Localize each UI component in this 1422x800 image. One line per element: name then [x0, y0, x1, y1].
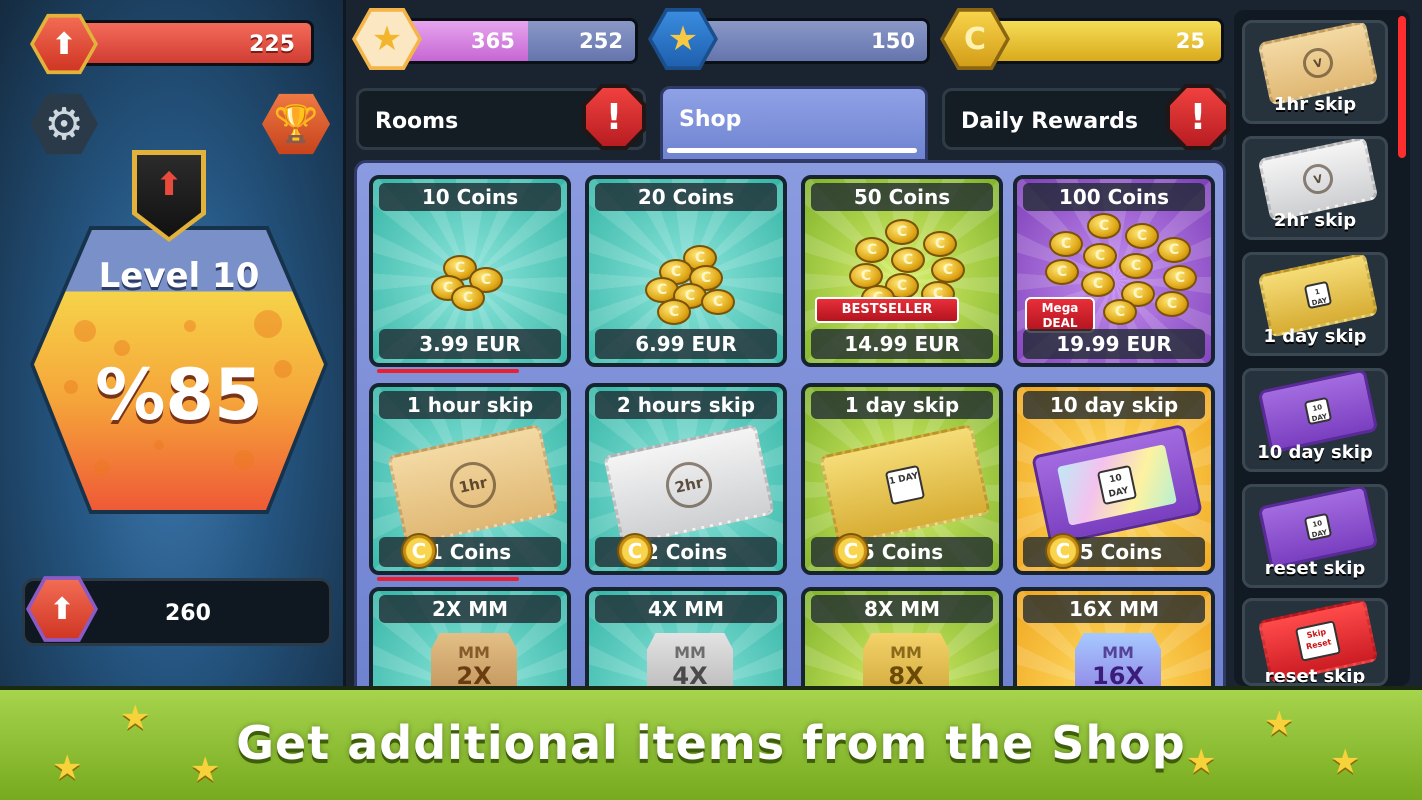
shop-item-50-coins[interactable]: C C C C C C C C C BESTSELLER 50 Coins 14…	[801, 175, 1003, 367]
inventory-item-label: reset skip	[1264, 558, 1366, 579]
shop-panel: C C C C 10 Coins 3.99 EUR C C C C C C C …	[354, 160, 1226, 779]
coin-icon: C	[1045, 533, 1081, 569]
coin-pile-icon: C C C C C C C	[589, 219, 783, 329]
shop-item-title: 16X MM	[1023, 595, 1205, 623]
shop-item-title: 100 Coins	[1023, 183, 1205, 211]
shop-item-title: 4X MM	[595, 595, 777, 623]
tab-shop-label: Shop	[679, 107, 742, 132]
shop-item-price: 3.99 EUR	[379, 329, 561, 359]
underline-marker	[377, 369, 519, 373]
promo-banner: ★ ★ ★ ★ ★ ★ Get additional items from th…	[0, 686, 1422, 800]
tab-shop-underline	[667, 148, 917, 153]
shop-item-10-coins[interactable]: C C C C 10 Coins 3.99 EUR	[369, 175, 571, 367]
settings-gear-icon[interactable]: ⚙	[30, 93, 98, 155]
shop-item-2-hours-skip[interactable]: 2hr 2 hours skip 2 Coins C	[585, 383, 787, 575]
banner-title: Get additional items from the Shop	[236, 716, 1186, 770]
coins-value: 25	[1175, 29, 1205, 53]
mega-deal-badge: Mega DEAL	[1025, 297, 1095, 333]
xp-value: 225	[249, 32, 295, 57]
shop-item-title: 10 day skip	[1023, 391, 1205, 419]
coin-icon: C	[617, 533, 653, 569]
stars-secondary-value: 252	[579, 29, 623, 53]
inventory-item-label: 10 day skip	[1257, 442, 1373, 463]
stars-primary-value: 365	[471, 29, 515, 53]
shop-item-10-day-skip[interactable]: 10 DAY 10 day skip 25 Coins C	[1013, 383, 1215, 575]
shop-item-title: 2 hours skip	[595, 391, 777, 419]
ticket-icon: 10 DAY	[1257, 371, 1379, 454]
energy-value: 260	[165, 601, 211, 626]
bestseller-ribbon: BESTSELLER	[815, 297, 959, 323]
inventory-item-reset-skip-red[interactable]: Skip Reset reset skip	[1242, 598, 1388, 686]
inventory-item-label: 1 day skip	[1263, 326, 1367, 347]
shop-item-title: 20 Coins	[595, 183, 777, 211]
blue-stars-value: 150	[871, 29, 915, 53]
shop-item-title: 1 hour skip	[379, 391, 561, 419]
shop-item-title: 1 day skip	[811, 391, 993, 419]
shop-item-1-day-skip[interactable]: 1 DAY 1 day skip 5 Coins C	[801, 383, 1003, 575]
ticket-icon: 10 DAY	[1257, 487, 1379, 570]
trophy-icon[interactable]: 🏆	[262, 93, 330, 155]
ticket-icon: V	[1257, 23, 1379, 106]
shop-item-title: 2X MM	[379, 595, 561, 623]
coin-icon: C	[401, 533, 437, 569]
tab-rooms-label: Rooms	[375, 109, 459, 134]
shop-item-1-hour-skip[interactable]: 1hr 1 hour skip 1 Coins C	[369, 383, 571, 575]
coin-balance-bar: 25	[984, 18, 1224, 64]
tab-shop[interactable]: Shop	[660, 86, 928, 162]
shop-item-20-coins[interactable]: C C C C C C C 20 Coins 6.99 EUR	[585, 175, 787, 367]
level-label: Level 10	[98, 256, 260, 296]
inventory-scrollbar[interactable]	[1398, 16, 1406, 158]
player-panel: 225 ⬆ ⚙ 🏆 Level 10 %85 ⬆ 260 ⬆	[0, 0, 346, 686]
inventory-item-1hr-skip[interactable]: V 1hr skip	[1242, 20, 1388, 124]
underline-marker	[377, 577, 519, 581]
blue-star-bar: 150	[690, 18, 930, 64]
coin-pile-icon: C C C C	[373, 219, 567, 329]
ticket-icon: 1 DAY	[1257, 255, 1379, 338]
star-progress-bar: 365 252	[390, 18, 638, 64]
shop-item-price: 14.99 EUR	[811, 329, 993, 359]
shop-item-price: 6.99 EUR	[595, 329, 777, 359]
inventory-item-label: reset skip	[1264, 666, 1366, 686]
level-progress-hex: Level 10 %85	[30, 226, 328, 514]
ticket-icon: V	[1257, 139, 1379, 222]
inventory-item-label: 2hr skip	[1273, 210, 1357, 231]
xp-bar: 225	[60, 20, 314, 66]
tab-daily-rewards-label: Daily Rewards	[961, 109, 1138, 134]
shop-item-title: 50 Coins	[811, 183, 993, 211]
inventory-item-2hr-skip[interactable]: V 2hr skip	[1242, 136, 1388, 240]
shop-item-price: 19.99 EUR	[1023, 329, 1205, 359]
shop-item-title: 8X MM	[811, 595, 993, 623]
shop-item-100-coins[interactable]: C C C C C C C C C C C C Mega DEAL 100 Co…	[1013, 175, 1215, 367]
inventory-item-reset-skip[interactable]: 10 DAY reset skip	[1242, 484, 1388, 588]
level-percent: %85	[95, 354, 263, 436]
coin-icon: C	[833, 533, 869, 569]
shop-item-title: 10 Coins	[379, 183, 561, 211]
inventory-item-1-day-skip[interactable]: 1 DAY 1 day skip	[1242, 252, 1388, 356]
inventory-item-10-day-skip[interactable]: 10 DAY 10 day skip	[1242, 368, 1388, 472]
game-screen: 225 ⬆ ⚙ 🏆 Level 10 %85 ⬆ 260 ⬆ 365 252 ★…	[0, 0, 1422, 800]
inventory-item-label: 1hr skip	[1273, 94, 1357, 115]
